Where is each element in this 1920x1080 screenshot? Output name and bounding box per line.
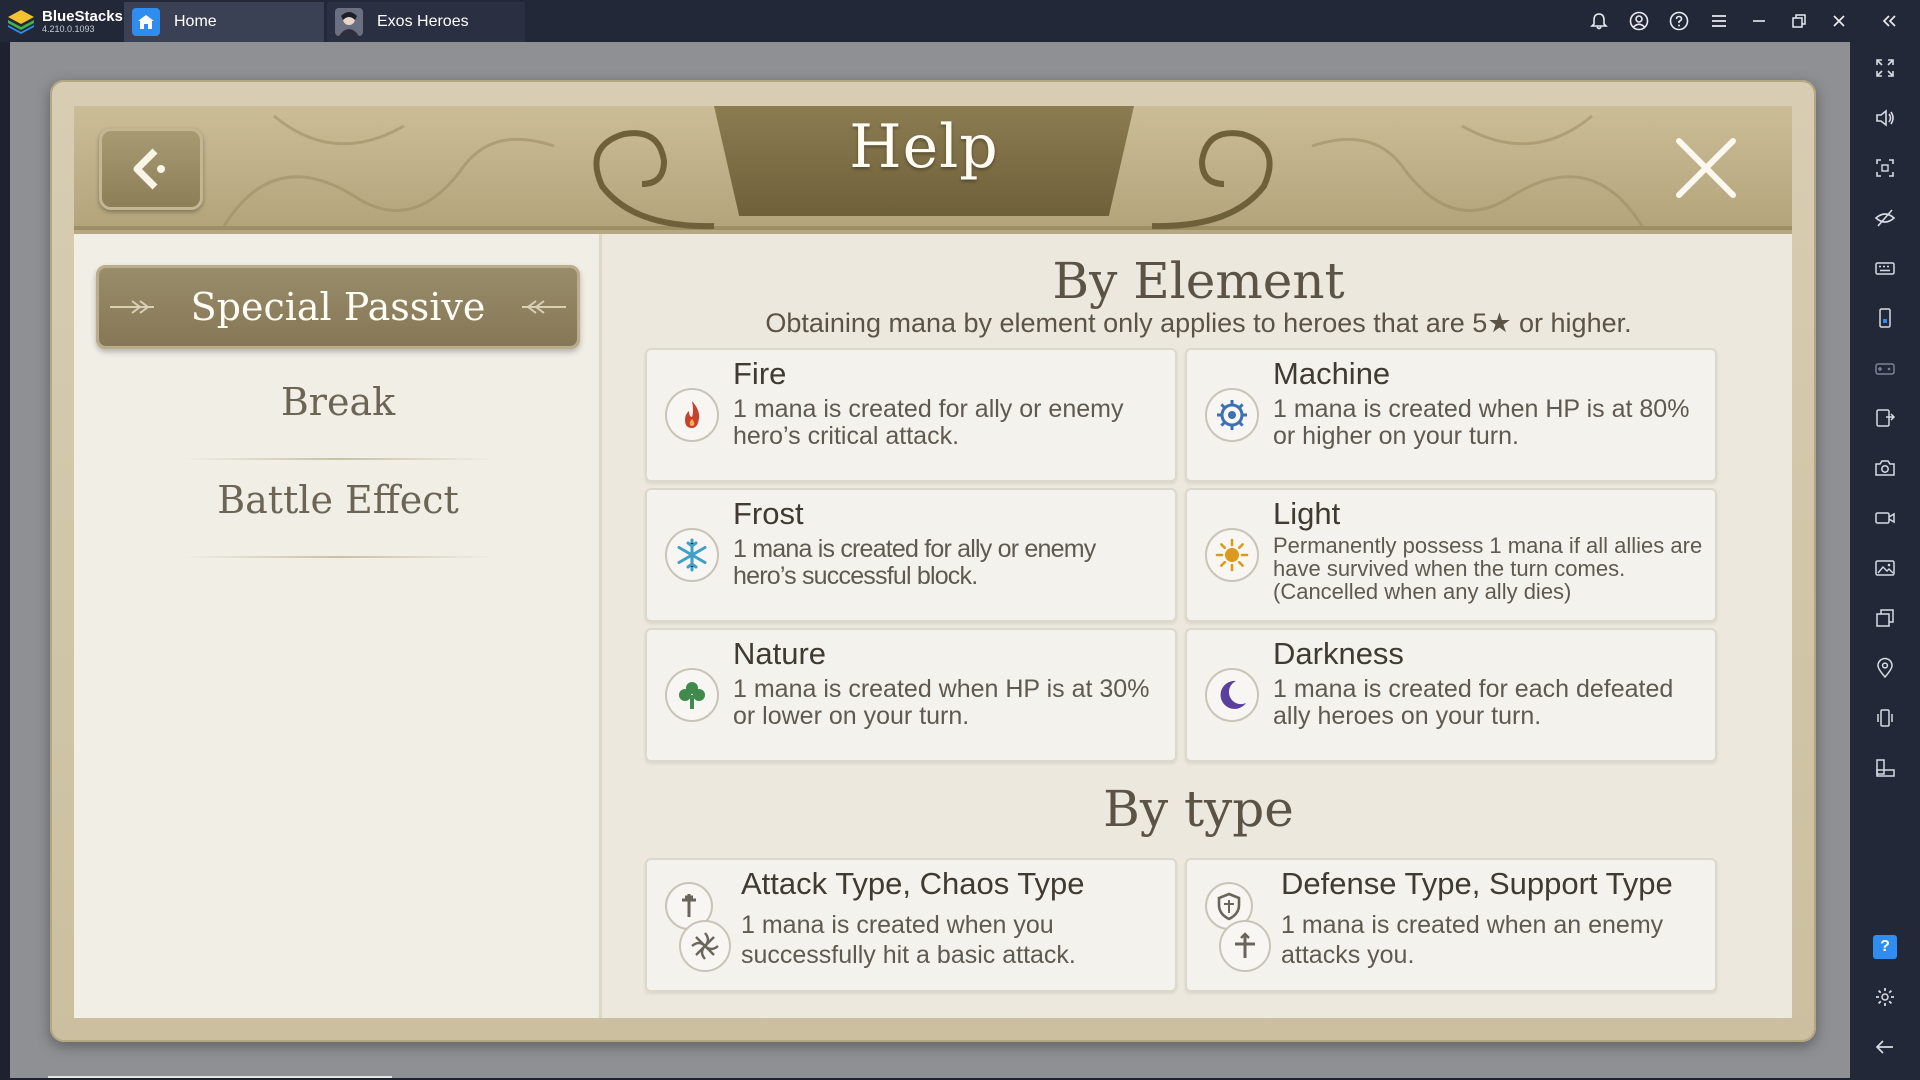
tab-exos-heroes[interactable]: Exos Heroes	[327, 2, 525, 42]
menu-divider	[184, 458, 494, 460]
menu-item-break[interactable]: Break	[96, 380, 580, 424]
support-icon	[1219, 920, 1271, 972]
card-text: 1 mana is created for ally or enemy hero…	[733, 535, 1096, 590]
card-text: 1 mana is created when HP is at 80% or h…	[1273, 395, 1690, 450]
taskbar-indicator	[48, 1076, 392, 1078]
card-text: Permanently possess 1 mana if all allies…	[1273, 533, 1703, 604]
element-card-light: Light Permanently possess 1 mana if all …	[1185, 488, 1717, 622]
card-text: 1 mana is created when you successfully …	[741, 911, 1076, 969]
menu-item-label: Special Passive	[190, 285, 486, 329]
snowflake-icon	[665, 528, 719, 582]
restore-icon[interactable]	[1788, 10, 1810, 32]
dialog-title: Help	[849, 112, 999, 182]
collapse-sidebar-icon[interactable]	[1878, 10, 1900, 32]
card-title: Machine	[1273, 356, 1391, 391]
shake-icon[interactable]	[1873, 706, 1897, 730]
settings-icon[interactable]	[1873, 985, 1897, 1009]
section-note: Obtaining mana by element only applies t…	[765, 308, 1632, 338]
phone-icon[interactable]	[1873, 306, 1897, 330]
home-icon	[132, 8, 160, 36]
media-gallery-icon[interactable]	[1873, 556, 1897, 580]
element-card-nature: Nature 1 mana is created when HP is at 3…	[645, 628, 1177, 762]
card-title: Fire	[733, 356, 787, 391]
element-card-fire: Fire 1 mana is created for ally or enemy…	[645, 348, 1177, 482]
bluestacks-logo-icon	[8, 10, 34, 34]
minimize-icon[interactable]	[1748, 10, 1770, 32]
screen-crop-icon[interactable]	[1873, 156, 1897, 180]
bluestacks-logo: BlueStacks 4.210.0.1093	[6, 6, 124, 36]
bell-icon[interactable]	[1588, 10, 1610, 32]
card-text: 1 mana is created when HP is at 30% or l…	[733, 675, 1150, 730]
card-text: 1 mana is created for ally or enemy hero…	[733, 395, 1124, 450]
card-text: 1 mana is created when an enemy attacks …	[1281, 911, 1664, 969]
multi-instance-icon[interactable]	[1873, 606, 1897, 630]
help-dialog: Help Special Passive Break Battle Effect…	[50, 80, 1816, 1042]
dialog-header: Help	[74, 106, 1792, 230]
chevron-left-icon	[133, 148, 165, 190]
menu-divider	[184, 556, 494, 558]
ornament-right-icon	[522, 300, 566, 314]
tree-icon	[665, 668, 719, 722]
account-icon[interactable]	[1628, 10, 1650, 32]
moon-icon	[1205, 668, 1259, 722]
help-details: By Element Obtaining mana by element onl…	[605, 234, 1792, 1018]
camera-icon[interactable]	[1873, 456, 1897, 480]
app-version: 4.210.0.1093	[42, 23, 95, 34]
back-button[interactable]	[99, 128, 203, 210]
menu-item-battle-effect[interactable]: Battle Effect	[96, 478, 580, 522]
gamepad-icon[interactable]	[1873, 356, 1897, 380]
tab-exos-heroes-label: Exos Heroes	[377, 13, 469, 30]
record-video-icon[interactable]	[1873, 506, 1897, 530]
ornament-left-icon	[110, 300, 154, 314]
window-titlebar: BlueStacks 4.210.0.1093 Home Exos Heroes	[0, 0, 1920, 42]
card-title: Frost	[733, 496, 804, 531]
card-title: Light	[1273, 496, 1341, 531]
menu-item-special-passive[interactable]: Special Passive	[96, 265, 580, 349]
section-title-by-element: By Element	[1052, 252, 1345, 310]
type-card-attack-chaos: Attack Type, Chaos Type 1 mana is create…	[645, 858, 1177, 992]
close-button[interactable]	[1664, 126, 1748, 210]
card-title: Attack Type, Chaos Type	[741, 866, 1085, 901]
game-thumbnail	[335, 8, 363, 36]
menu-icon[interactable]	[1708, 10, 1730, 32]
card-title: Defense Type, Support Type	[1281, 866, 1673, 901]
section-title-by-type: By type	[1103, 780, 1294, 838]
card-title: Darkness	[1273, 636, 1404, 671]
install-apk-icon[interactable]	[1873, 406, 1897, 430]
sun-icon	[1205, 528, 1259, 582]
type-card-defense-support: Defense Type, Support Type 1 mana is cre…	[1185, 858, 1717, 992]
location-icon[interactable]	[1873, 656, 1897, 680]
help-circle-icon[interactable]	[1668, 10, 1690, 32]
eye-off-icon[interactable]	[1873, 206, 1897, 230]
game-viewport: Help Special Passive Break Battle Effect…	[10, 42, 1850, 1078]
gear-icon	[1205, 388, 1259, 442]
dialog-content: Special Passive Break Battle Effect By E…	[74, 234, 1792, 1018]
rotate-icon[interactable]	[1873, 756, 1897, 780]
app-name: BlueStacks	[42, 7, 123, 25]
tab-home[interactable]: Home	[124, 2, 324, 42]
close-icon	[1676, 138, 1736, 198]
element-card-frost: Frost 1 mana is created for ally or enem…	[645, 488, 1177, 622]
card-text: 1 mana is created for each defeated ally…	[1273, 675, 1674, 730]
close-window-icon[interactable]	[1828, 10, 1850, 32]
back-arrow-icon[interactable]	[1873, 1035, 1897, 1059]
tab-home-label: Home	[174, 13, 217, 30]
help-menu: Special Passive Break Battle Effect	[74, 234, 602, 1018]
help-icon[interactable]: ?	[1873, 935, 1897, 959]
chaos-icon	[679, 920, 731, 972]
fire-icon	[665, 388, 719, 442]
volume-icon[interactable]	[1873, 106, 1897, 130]
fullscreen-icon[interactable]	[1873, 56, 1897, 80]
element-card-machine: Machine 1 mana is created when HP is at …	[1185, 348, 1717, 482]
card-title: Nature	[733, 636, 827, 671]
right-sidebar: ?	[1850, 42, 1920, 1080]
element-card-darkness: Darkness 1 mana is created for each defe…	[1185, 628, 1717, 762]
keyboard-icon[interactable]	[1873, 256, 1897, 280]
